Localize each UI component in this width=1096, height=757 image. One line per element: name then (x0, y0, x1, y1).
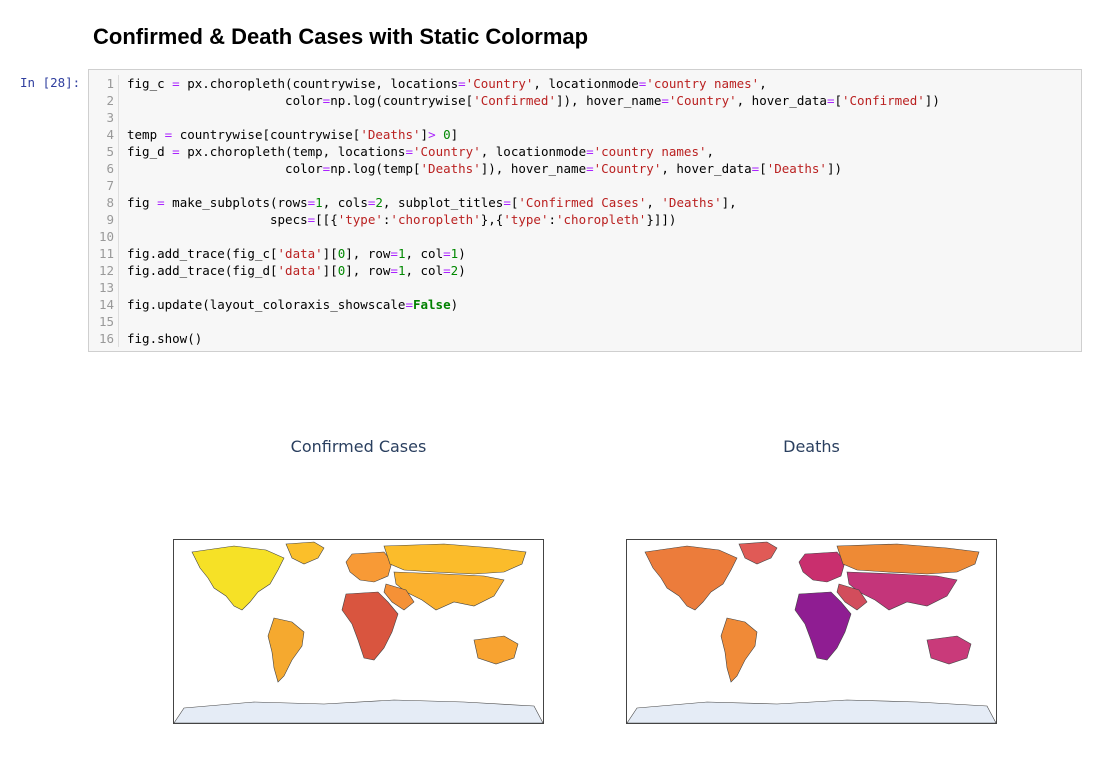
code-line: fig_d = px.choropleth(temp, locations='C… (127, 144, 715, 159)
region-russia[interactable] (383, 543, 527, 575)
region-greenland[interactable] (738, 541, 778, 565)
code-line: fig_c = px.choropleth(countrywise, locat… (127, 76, 767, 91)
subplot-title-deaths: Deaths (783, 437, 840, 456)
code-line: fig.show() (127, 331, 203, 346)
code-editor[interactable]: fig_c = px.choropleth(countrywise, locat… (127, 75, 940, 347)
line-number-gutter: 1 2 3 4 5 6 7 8 9 10 11 12 13 14 15 16 (89, 75, 119, 347)
line-number: 4 (106, 127, 114, 142)
line-number: 9 (106, 212, 114, 227)
region-australia[interactable] (473, 635, 519, 665)
region-south-america[interactable] (267, 617, 305, 683)
choropleth-map-deaths[interactable] (626, 539, 997, 724)
region-north-america[interactable] (644, 545, 738, 611)
line-number: 1 (106, 76, 114, 91)
code-cell[interactable]: 1 2 3 4 5 6 7 8 9 10 11 12 13 14 15 16 fig_c = px.choro… (88, 69, 1082, 352)
region-africa[interactable] (341, 591, 399, 661)
code-line: fig = make_subplots(rows=1, cols=2, subp… (127, 195, 737, 210)
page-heading: Confirmed & Death Cases with Static Colo… (93, 24, 589, 49)
region-south-america[interactable] (720, 617, 758, 683)
line-number: 12 (98, 263, 114, 278)
line-number: 6 (106, 161, 114, 176)
line-number: 10 (98, 229, 114, 244)
line-number: 16 (98, 331, 114, 346)
region-north-america[interactable] (191, 545, 285, 611)
code-line: fig.add_trace(fig_c['data'][0], row=1, c… (127, 246, 466, 261)
region-russia[interactable] (836, 543, 980, 575)
line-number: 15 (98, 314, 114, 329)
line-number: 5 (106, 144, 114, 159)
choropleth-map-confirmed[interactable] (173, 539, 544, 724)
code-line: fig.update(layout_coloraxis_showscale=Fa… (127, 297, 459, 312)
region-greenland[interactable] (285, 541, 325, 565)
line-number: 3 (106, 110, 114, 125)
code-line: fig.add_trace(fig_d['data'][0], row=1, c… (127, 263, 466, 278)
line-number: 7 (106, 178, 114, 193)
region-australia[interactable] (926, 635, 972, 665)
code-line: color=np.log(countrywise['Confirmed']), … (127, 93, 940, 108)
region-antarctica[interactable] (174, 699, 543, 723)
cell-prompt: In [28]: (20, 75, 81, 90)
line-number: 8 (106, 195, 114, 210)
line-number: 13 (98, 280, 114, 295)
subplot-title-confirmed: Confirmed Cases (290, 437, 427, 456)
region-europe[interactable] (798, 551, 846, 583)
line-number: 14 (98, 297, 114, 312)
world-map-confirmed (174, 541, 543, 723)
region-africa[interactable] (794, 591, 852, 661)
code-line: color=np.log(temp['Deaths']), hover_name… (127, 161, 843, 176)
code-line: temp = countrywise[countrywise['Deaths']… (127, 127, 459, 142)
region-antarctica[interactable] (627, 699, 996, 723)
world-map-deaths (627, 541, 996, 723)
code-line: specs=[[{'type':'choropleth'},{'type':'c… (127, 212, 677, 227)
line-number: 2 (106, 93, 114, 108)
line-number: 11 (98, 246, 114, 261)
region-europe[interactable] (345, 551, 393, 583)
